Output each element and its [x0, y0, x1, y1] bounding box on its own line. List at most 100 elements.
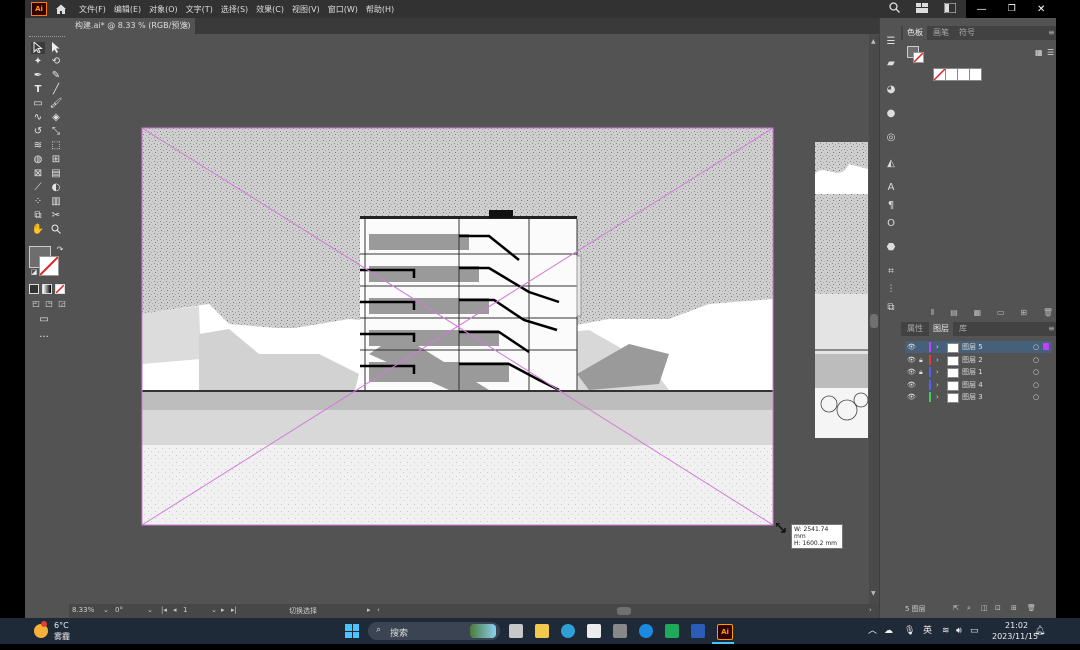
artboard-tool-icon[interactable]: ⧉ [31, 210, 45, 222]
clock-date[interactable]: 2023/11/15 [992, 624, 1038, 650]
rotation-dropdown-icon[interactable]: ⌄ [147, 606, 153, 614]
shaper-tool-icon[interactable]: ∿ [31, 112, 45, 124]
perspective-grid-tool-icon[interactable]: ⊞ [49, 154, 63, 166]
blend-tool-icon[interactable]: ◐ [49, 182, 63, 194]
locate-object-icon[interactable]: ⌕ [967, 604, 971, 613]
workspace-switcher-icon[interactable] [936, 2, 964, 16]
tab-layers[interactable]: 图层 [929, 322, 953, 336]
lock-icon[interactable]: 🔒︎ [919, 354, 923, 366]
selection-tool-icon[interactable] [31, 40, 45, 54]
zoom-dropdown-icon[interactable]: ⌄ [103, 606, 109, 614]
panel-stroke-swatch[interactable] [913, 52, 924, 63]
menu-view[interactable]: 视图(V) [292, 4, 320, 15]
comments-icon[interactable]: ▰ [885, 58, 897, 70]
target-circle-icon[interactable]: ○ [1033, 379, 1039, 391]
draw-inside-icon[interactable]: ◲ [55, 298, 69, 310]
artwork-canvas[interactable] [69, 34, 889, 604]
menu-type[interactable]: 文字(T) [186, 4, 213, 15]
scroll-up-icon[interactable]: ▲ [871, 38, 876, 45]
zoom-level[interactable]: 8.33% [72, 606, 94, 614]
character-icon[interactable]: A [885, 182, 897, 194]
file-explorer-icon[interactable] [535, 624, 549, 638]
close-tab-icon[interactable]: × [182, 18, 189, 34]
expand-arrow-icon[interactable]: › [936, 379, 939, 391]
artboards-icon[interactable]: ⧉ [885, 302, 897, 314]
task-view-icon[interactable] [509, 624, 523, 638]
canvas-area[interactable]: W: 2541.74 mm H: 1600.2 mm [69, 34, 889, 604]
panel-menu-icon[interactable]: ☰ [885, 36, 897, 48]
slice-tool-icon[interactable]: ✂ [49, 210, 63, 222]
artboard-dropdown-icon[interactable]: ⌄ [211, 606, 217, 614]
appearance-icon[interactable]: ◎ [885, 132, 897, 144]
layer-name[interactable]: 图层 5 [962, 341, 983, 353]
expand-arrow-icon[interactable]: › [936, 354, 939, 366]
wifi-icon[interactable]: ≋ [942, 618, 950, 644]
weather-desc[interactable]: 雾霾 [54, 624, 70, 650]
expand-arrow-icon[interactable]: › [936, 366, 939, 378]
new-sublayer-icon[interactable]: ⊡ [995, 604, 1001, 612]
expand-arrow-icon[interactable]: › [936, 391, 939, 403]
document-tab[interactable]: 构建.ai* @ 8.33 % (RGB/预览) × [69, 18, 195, 34]
microphone-icon[interactable]: 🎙︎ [904, 618, 915, 644]
shape-builder-tool-icon[interactable]: ◍ [31, 154, 45, 166]
home-icon[interactable] [55, 3, 67, 15]
word-icon[interactable] [691, 624, 705, 638]
illustrator-taskbar-icon[interactable]: Ai [717, 624, 733, 640]
zoom-tool-icon[interactable] [49, 224, 63, 236]
pathfinder-icon[interactable]: ◕ [885, 84, 897, 96]
swatches-menu-icon[interactable]: ≡ [1044, 26, 1056, 40]
close-icon[interactable]: ✕ [1037, 4, 1045, 15]
align-icon[interactable]: ⫶ [885, 284, 897, 296]
new-layer-icon[interactable]: ⊞ [1011, 604, 1017, 612]
delete-layer-icon[interactable]: 🗑︎ [1027, 604, 1036, 612]
color-mode-icon[interactable] [29, 284, 39, 294]
list-view-icon[interactable]: ☰ [1047, 48, 1054, 57]
menu-object[interactable]: 对象(O) [149, 4, 178, 15]
wechat-icon[interactable] [665, 624, 679, 638]
layers-menu-icon[interactable]: ≡ [1044, 322, 1056, 336]
first-artboard-icon[interactable]: |◂ [161, 606, 167, 614]
lasso-tool-icon[interactable]: ⟲ [49, 56, 63, 68]
none-mode-icon[interactable] [55, 284, 65, 294]
mesh-tool-icon[interactable]: ⊠ [31, 168, 45, 180]
visibility-eye-icon[interactable]: 👁︎ [907, 341, 916, 353]
target-circle-icon[interactable]: ○ [1033, 341, 1039, 353]
tray-overflow-icon[interactable]: ︿ [868, 618, 877, 644]
layer-row[interactable]: 👁︎ 🔒︎ › 图层 2 ○ [905, 354, 1052, 366]
artboard-number[interactable]: 1 [183, 606, 187, 614]
delete-swatch-icon[interactable]: 🗑︎ [1043, 308, 1053, 320]
layer-name[interactable]: 图层 1 [962, 366, 983, 378]
gradient-mode-icon[interactable] [42, 284, 52, 294]
swatch-options-icon[interactable]: ▦ [974, 308, 982, 320]
gradient-tool-icon[interactable]: ▤ [49, 168, 63, 180]
line-tool-icon[interactable]: ╱ [49, 84, 63, 96]
search-icon[interactable] [880, 2, 908, 16]
target-circle-icon[interactable]: ○ [1033, 366, 1039, 378]
arrange-documents-icon[interactable] [908, 2, 936, 16]
menu-help[interactable]: 帮助(H) [366, 4, 394, 15]
eraser-tool-icon[interactable]: ◈ [49, 112, 63, 124]
screen-mode-icon[interactable]: ▭ [37, 314, 51, 326]
minimize-icon[interactable]: — [977, 4, 987, 15]
last-artboard-icon[interactable]: ▸| [231, 606, 237, 614]
target-circle-icon[interactable]: ○ [1033, 391, 1039, 403]
expand-arrow-icon[interactable]: › [936, 341, 939, 353]
visibility-eye-icon[interactable]: 👁︎ [907, 391, 916, 403]
prev-artboard-icon[interactable]: ◂ [173, 606, 177, 614]
links-icon[interactable]: ⬣ [885, 242, 897, 254]
menu-effect[interactable]: 效果(C) [256, 4, 284, 15]
notification-icon[interactable]: 🔔︎ [1034, 618, 1045, 644]
new-swatch-icon[interactable]: ⊞ [1020, 308, 1027, 320]
layer-name[interactable]: 图层 4 [962, 379, 983, 391]
visibility-eye-icon[interactable]: 👁︎ [907, 366, 916, 378]
draw-behind-icon[interactable]: ◳ [42, 298, 56, 310]
opentype-icon[interactable]: O [885, 218, 897, 230]
layer-row[interactable]: 👁︎ › 图层 4 ○ [905, 379, 1052, 391]
swatch-white-2[interactable] [969, 68, 982, 81]
menu-select[interactable]: 选择(S) [221, 4, 248, 15]
scroll-right-icon[interactable]: › [869, 606, 872, 614]
horizontal-scroll-thumb[interactable] [617, 607, 631, 615]
restore-icon[interactable]: ❐ [1008, 4, 1016, 14]
hand-tool-icon[interactable]: ✋ [31, 224, 45, 236]
artboard-secondary[interactable] [815, 142, 869, 438]
